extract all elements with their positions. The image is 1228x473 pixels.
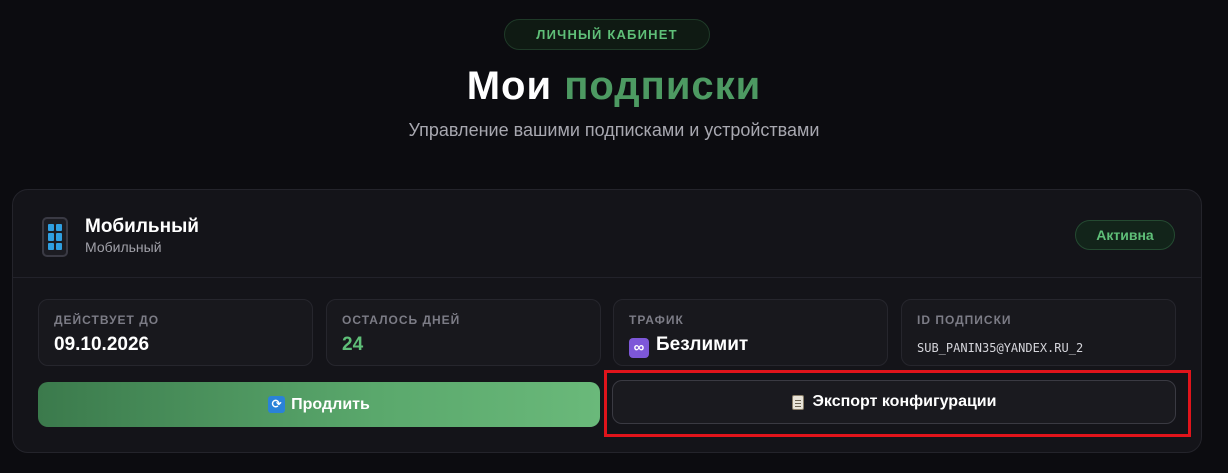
stat-label: ID ПОДПИСКИ xyxy=(917,313,1012,327)
stat-label: ТРАФИК xyxy=(629,313,684,327)
plan-name: Мобильный xyxy=(85,216,199,237)
section-badge: ЛИЧНЫЙ КАБИНЕТ xyxy=(504,19,710,50)
stat-subscription-id: ID ПОДПИСКИ SUB_PANIN35@YANDEX.RU_2 xyxy=(901,299,1176,366)
stat-value: 24 xyxy=(342,334,364,355)
stat-label: ДЕЙСТВУЕТ ДО xyxy=(54,313,160,327)
card-header: Мобильный Мобильный Активна xyxy=(13,190,1201,278)
stat-label: ОСТАЛОСЬ ДНЕЙ xyxy=(342,313,461,327)
export-config-button[interactable]: Экспорт конфигурации xyxy=(612,380,1176,424)
stat-value-traffic: ∞ Безлимит xyxy=(629,334,748,358)
page-title-main: Мои xyxy=(466,64,553,108)
traffic-value: Безлимит xyxy=(656,334,749,355)
page-title: Мои подписки xyxy=(0,64,1228,109)
status-badge: Активна xyxy=(1075,220,1175,250)
plan-type: Мобильный xyxy=(85,239,162,255)
subscription-card: Мобильный Мобильный Активна ДЕЙСТВУЕТ ДО… xyxy=(12,189,1202,453)
stat-traffic: ТРАФИК ∞ Безлимит xyxy=(613,299,888,366)
refresh-icon: ⟳ xyxy=(268,396,286,413)
infinity-icon: ∞ xyxy=(629,338,649,358)
stat-days-left: ОСТАЛОСЬ ДНЕЙ 24 xyxy=(326,299,601,366)
page-subtitle: Управление вашими подписками и устройств… xyxy=(408,120,820,140)
mobile-phone-icon xyxy=(42,217,68,257)
export-button-label: Экспорт конфигурации xyxy=(812,393,997,410)
stat-value: SUB_PANIN35@YANDEX.RU_2 xyxy=(917,341,1084,355)
page-title-accent: подписки xyxy=(564,64,762,108)
clipboard-icon xyxy=(791,394,804,410)
renew-button[interactable]: ⟳ Продлить xyxy=(38,382,600,427)
renew-button-label: Продлить xyxy=(291,395,370,413)
subscriptions-page: ЛИЧНЫЙ КАБИНЕТ Мои подписки Управление в… xyxy=(0,0,1228,473)
stat-valid-until: ДЕЙСТВУЕТ ДО 09.10.2026 xyxy=(38,299,313,366)
stat-value: 09.10.2026 xyxy=(54,334,150,355)
